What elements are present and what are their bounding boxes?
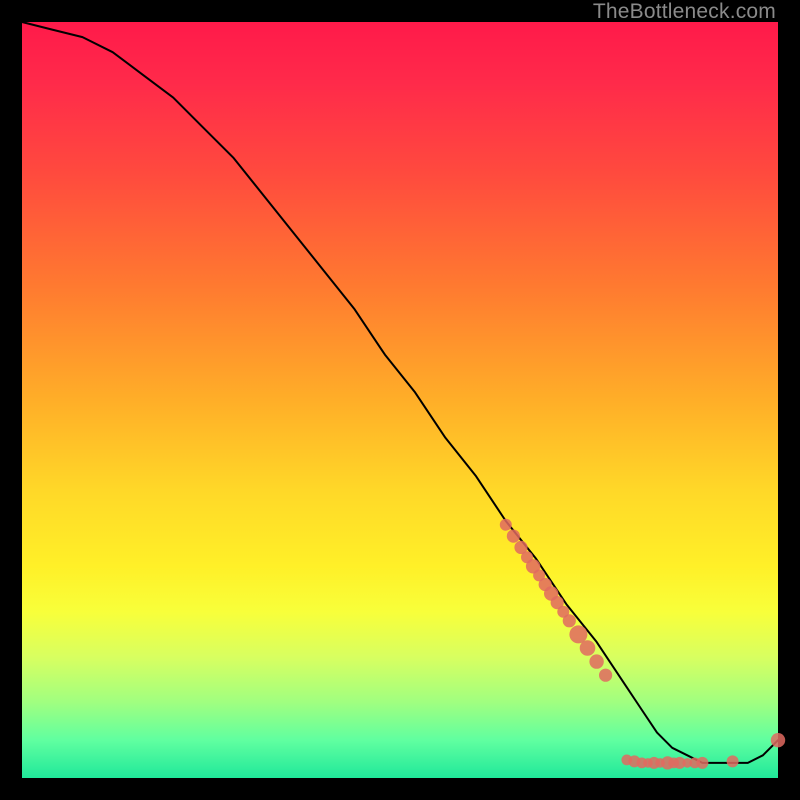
scatter-marker: [580, 640, 596, 656]
scatter-marker: [696, 757, 708, 769]
scatter-marker: [500, 519, 512, 531]
chart-svg: [22, 22, 778, 778]
scatter-marker: [569, 625, 587, 643]
bottleneck-curve: [22, 22, 778, 763]
scatter-marker: [727, 755, 739, 767]
scatter-marker: [599, 669, 612, 682]
watermark-text: TheBottleneck.com: [593, 0, 776, 24]
scatter-marker: [507, 530, 520, 543]
scatter-marker: [771, 733, 785, 747]
chart-stage: TheBottleneck.com: [0, 0, 800, 800]
scatter-markers: [500, 519, 785, 770]
scatter-marker: [589, 654, 603, 668]
scatter-marker: [563, 614, 576, 627]
plot-area: [22, 22, 778, 778]
